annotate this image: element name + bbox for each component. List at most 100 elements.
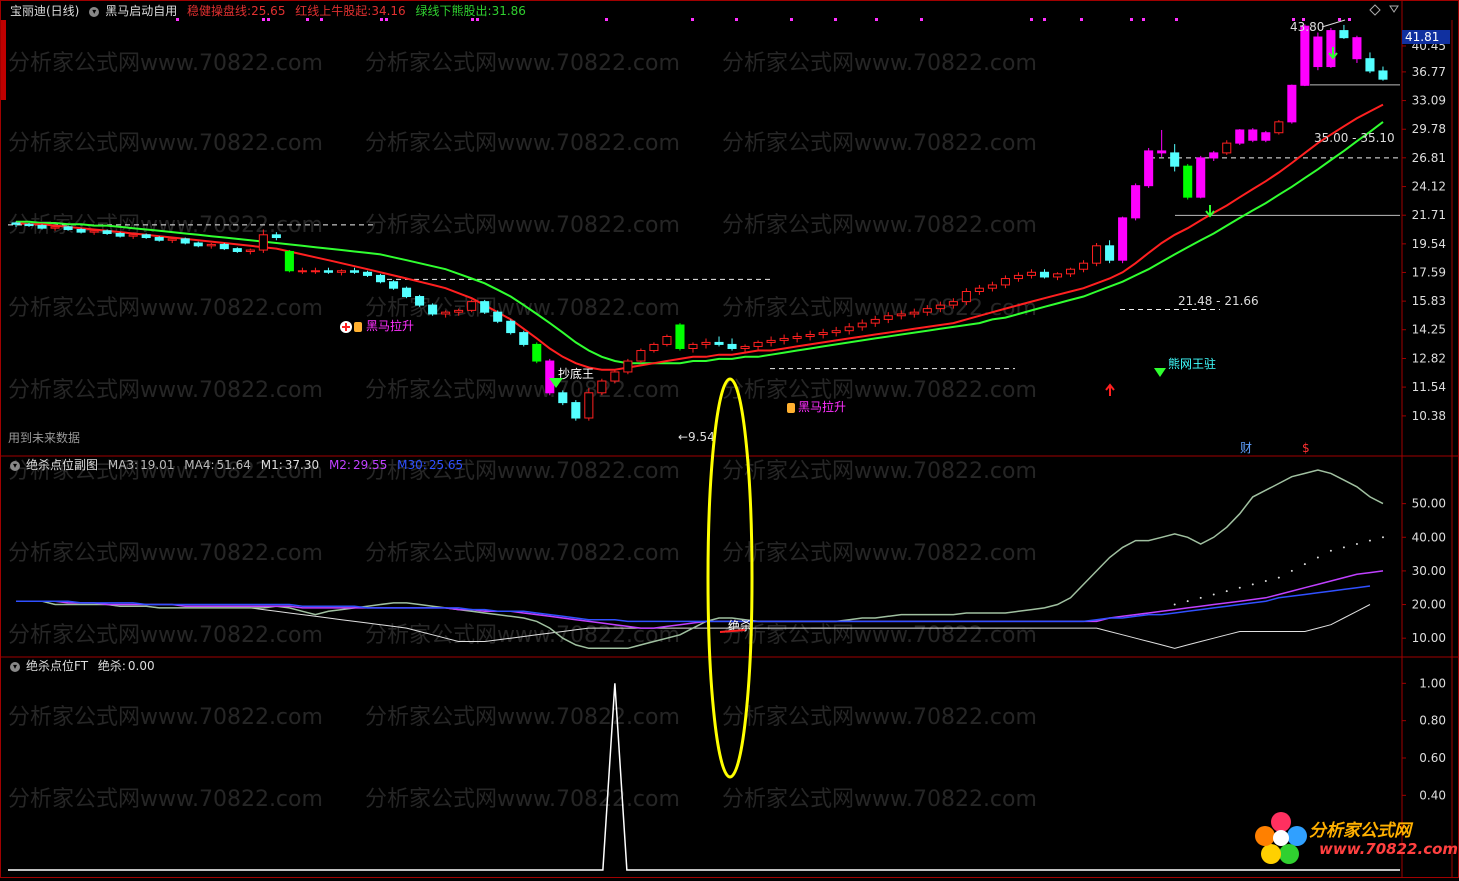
price-axis-label: 33.09 [1412, 94, 1446, 108]
watermark-text: 分析家公式网www.70822.com [365, 296, 680, 321]
candle-body [805, 334, 815, 337]
candle-body [1339, 30, 1349, 39]
ma3-value: 19.01 [140, 458, 175, 472]
sub1-axis-label: 50.00 [1412, 497, 1446, 511]
sub1-name[interactable]: 绝杀点位副图 [26, 458, 98, 472]
candle-body [349, 270, 360, 273]
candle-body [1313, 36, 1323, 68]
candle-body [375, 274, 386, 283]
label-c: 绿线下熊股出: [415, 4, 492, 18]
high-price-label: 43.80 [1290, 20, 1324, 34]
logo-title: 分析家公式网 [1309, 821, 1411, 841]
ma3-label: MA3: [107, 458, 139, 472]
candle-body [63, 226, 73, 230]
indicator-name[interactable]: 黑马启动自用 [105, 4, 177, 18]
stock-name[interactable]: 宝丽迪(日线) [10, 4, 79, 18]
candle-body [961, 290, 971, 303]
candle-body [740, 345, 750, 349]
candle-body [1248, 129, 1258, 141]
collapse-icon[interactable]: ▾ [10, 661, 20, 672]
range-upper-label: 35.00 - 35.10 [1314, 131, 1395, 145]
candle-body [1118, 217, 1128, 261]
sub1-dot [1238, 586, 1241, 589]
candle-body [154, 237, 164, 241]
collapse-icon[interactable]: ▾ [10, 460, 20, 471]
candle-body [1052, 273, 1063, 278]
collapse-icon[interactable]: ▾ [89, 6, 100, 17]
candle-body [571, 402, 581, 419]
watermark-text: 分析家公式网www.70822.com [8, 705, 323, 730]
candle-body [545, 360, 555, 394]
price-axis-label: 29.78 [1412, 122, 1446, 136]
chart-stage: 分析家公式网www.70822.com 分析家公式网www.70822.com 分析… [0, 0, 1459, 878]
sub1-dot [1303, 563, 1306, 566]
signal-dot [1348, 18, 1351, 21]
candle-body [1039, 271, 1050, 278]
m30-label: M30: [397, 458, 427, 472]
signal-dot [735, 18, 738, 21]
candlestick-chart[interactable]: 分析家公式网www.70822.com 分析家公式网www.70822.com 分析… [0, 0, 1459, 878]
sub1-dot [1186, 600, 1189, 603]
sub1-dot [1225, 590, 1228, 593]
candle-body [1261, 132, 1271, 141]
signal-dot [605, 18, 608, 21]
low-price-label: ←9.54 [678, 430, 715, 444]
watermark-text: 分析家公式网www.70822.com [365, 787, 680, 812]
sub1-dot [1212, 593, 1215, 596]
future-data-note: 用到未来数据 [8, 431, 81, 445]
signal-dot [691, 18, 694, 21]
candle-body [779, 337, 789, 341]
candle-body [454, 309, 464, 313]
range-lower-label: 21.48 - 21.66 [1178, 294, 1259, 308]
flower-icon [1255, 812, 1307, 864]
candle-body [623, 360, 633, 373]
candle-body [558, 392, 568, 404]
price-axis-label: 36.77 [1412, 65, 1446, 79]
price-axis-label: 26.81 [1412, 151, 1446, 165]
triangle-icon [1389, 5, 1399, 13]
sub1-dot [1199, 596, 1202, 599]
signal-dot [834, 18, 837, 21]
signal-dot [920, 18, 923, 21]
candle-body [115, 232, 125, 237]
watermark-text: 分析家公式网www.70822.com [365, 51, 680, 76]
diamond-icon [1154, 368, 1166, 377]
candle-body [1274, 121, 1284, 134]
candle-body [948, 301, 958, 306]
watermark-text: 分析家公式网www.70822.com [8, 131, 323, 156]
site-logo: 分析家公式网 www.70822.com [1251, 808, 1458, 868]
watermark-text: 分析家公式网www.70822.com [8, 623, 323, 648]
candle-body [519, 332, 529, 345]
watermark-text: 分析家公式网www.70822.com [8, 541, 323, 566]
watermark-text: 分析家公式网www.70822.com [365, 131, 680, 156]
candle-body [1183, 165, 1193, 198]
price-axis-label: 14.25 [1412, 323, 1446, 337]
watermark-text: 分析家公式网www.70822.com [722, 213, 1037, 238]
sub1-blue-line [16, 585, 1371, 623]
candle-body [753, 341, 763, 347]
watermark-text: 分析家公式网www.70822.com [722, 296, 1037, 321]
sub1-dot [1264, 580, 1267, 582]
ma4-label: MA4: [184, 458, 215, 472]
candle-body [987, 284, 997, 289]
candle-body [909, 311, 919, 315]
watermark-text: 分析家公式网www.70822.com [722, 459, 1037, 484]
candle-body [1092, 245, 1102, 264]
sub2-header: ▾ 绝杀点位FT 绝杀: 0.00 [10, 658, 161, 674]
candle-body [362, 271, 373, 276]
high-arrow-icon [1321, 19, 1346, 28]
signal-dot [1142, 18, 1145, 21]
candle-body [1079, 262, 1089, 270]
candle-body [649, 343, 659, 352]
m2-value: 29.55 [352, 458, 388, 472]
price-axis-label: 15.83 [1412, 294, 1446, 308]
candle-body [1000, 278, 1010, 286]
sub1-dot [1277, 576, 1280, 579]
candle-body [415, 296, 425, 306]
candle-body [1235, 129, 1245, 144]
price-axis-label: 21.71 [1412, 208, 1446, 222]
watermark-text: 分析家公式网www.70822.com [8, 787, 323, 812]
candle-body [857, 322, 867, 328]
sub2-name[interactable]: 绝杀点位FT [26, 659, 88, 673]
juesha-value: 0.00 [127, 659, 155, 673]
